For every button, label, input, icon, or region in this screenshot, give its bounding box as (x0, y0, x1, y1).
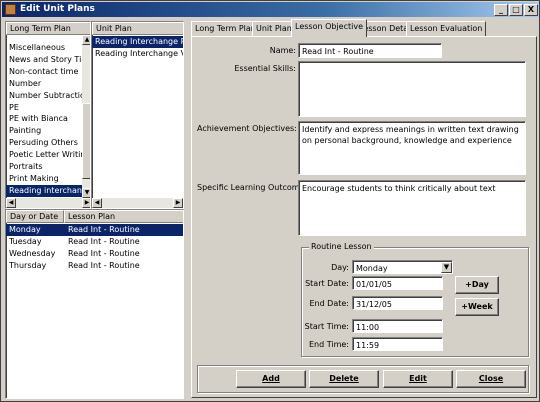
list-item[interactable]: Number Subtraction (6, 90, 90, 102)
end-date-field[interactable]: 31/12/05 (352, 296, 443, 310)
list-item[interactable]: Poetic Letter Writing (6, 149, 90, 161)
start-date-field[interactable]: 01/01/05 (352, 276, 443, 290)
table-row[interactable]: Tuesday Read Int - Routine (6, 236, 183, 248)
close-button[interactable]: Close (456, 370, 526, 388)
list-item[interactable]: PE (6, 102, 82, 114)
minimize-button[interactable]: _ (494, 4, 508, 16)
day-cell: Tuesday (9, 237, 42, 246)
tab-lesson-evaluation[interactable]: Lesson Evaluation (406, 21, 487, 36)
list-item[interactable]: Painting (6, 125, 82, 137)
scroll-left-icon[interactable]: ◀ (6, 198, 16, 208)
title-bar[interactable]: Edit Unit Plans _ □ X (2, 2, 539, 17)
lesson-plan-cell: Read Int - Routine (68, 261, 140, 270)
list-item[interactable]: Reading interchange (6, 184, 90, 197)
tab-lesson-objective[interactable]: Lesson Objective (291, 19, 368, 37)
schedule-list[interactable]: Day or Date Lesson Plan Monday Read Int -… (5, 209, 184, 399)
scroll-right-icon[interactable]: ▶ (82, 198, 90, 208)
ltp-scroll-thumb[interactable] (82, 103, 90, 179)
unit-plan-list[interactable]: Unit Plan Reading Interchange Ro Reading… (91, 21, 184, 209)
list-item[interactable]: Reading Interchange Va (92, 48, 183, 60)
scroll-down-icon[interactable]: ▼ (82, 188, 90, 198)
ltp-header[interactable]: Long Term Plan (6, 22, 90, 35)
list-item[interactable]: Reading Interchange Ro (92, 36, 183, 48)
list-item[interactable]: News and Story Time (6, 54, 90, 66)
scroll-up-icon[interactable]: ▲ (82, 35, 90, 45)
list-item[interactable]: Non-contact time (6, 66, 82, 78)
start-time-field[interactable]: 11:00 (352, 319, 443, 333)
day-select[interactable]: Monday (352, 260, 453, 274)
lesson-plan-column-header[interactable]: Lesson Plan (64, 210, 183, 223)
day-cell: Monday (9, 225, 41, 234)
list-item[interactable]: Portraits (6, 161, 82, 173)
name-label: Name: (269, 46, 296, 55)
maximize-button[interactable]: □ (509, 4, 523, 16)
plus-week-button[interactable]: +Week (455, 298, 499, 316)
add-button-label: Add (262, 374, 280, 383)
ltp-vertical-scrollbar[interactable]: ▲ ▼ (82, 35, 90, 198)
lesson-plan-cell: Read Int - Routine (68, 249, 140, 258)
start-date-label: Start Date: (305, 279, 349, 288)
window-title: Edit Unit Plans (20, 4, 95, 14)
edit-button[interactable]: Edit (383, 370, 453, 388)
end-time-field[interactable]: 11:59 (352, 337, 443, 351)
day-label: Day: (331, 263, 349, 272)
delete-button[interactable]: Delete (309, 370, 379, 388)
table-row[interactable]: Thursday Read Int - Routine (6, 260, 183, 272)
day-cell: Wednesday (9, 249, 56, 258)
list-item[interactable]: PE with Bianca (6, 113, 82, 125)
delete-button-label: Delete (329, 374, 359, 383)
up-header[interactable]: Unit Plan (92, 22, 183, 35)
plus-day-button[interactable]: +Day (455, 276, 499, 294)
specific-learning-outcomes-label: Specific Learning Outcomes: (197, 183, 312, 192)
table-row[interactable]: Monday Read Int - Routine (6, 224, 183, 236)
list-item[interactable]: Miscellaneous (6, 42, 82, 54)
end-time-label: End Time: (308, 340, 349, 349)
achievement-objectives-field[interactable]: Identify and express meanings in written… (298, 121, 526, 175)
add-button[interactable]: Add (236, 370, 306, 388)
scroll-right-icon[interactable]: ▶ (173, 198, 183, 208)
day-cell: Thursday (9, 261, 47, 270)
ltp-horizontal-scrollbar[interactable]: ◀ ▶ (6, 198, 90, 208)
list-item[interactable]: Print Making (6, 173, 82, 185)
name-field[interactable]: Read Int - Routine (298, 43, 442, 58)
long-term-plan-list[interactable]: Long Term Plan Miscellaneous News and Sto… (5, 21, 91, 209)
start-time-label: Start Time: (304, 322, 349, 331)
day-column-header[interactable]: Day or Date (6, 210, 64, 223)
chevron-down-icon[interactable]: ▼ (441, 262, 452, 273)
specific-learning-outcomes-field[interactable]: Encourage students to think critically a… (298, 180, 526, 236)
lesson-plan-cell: Read Int - Routine (68, 237, 140, 246)
achievement-objectives-label: Achievement Objectives: (197, 124, 297, 133)
lesson-plan-cell: Read Int - Routine (68, 225, 140, 234)
scroll-left-icon[interactable]: ◀ (92, 198, 102, 208)
list-item[interactable]: Number (6, 78, 82, 90)
edit-button-label: Edit (409, 374, 427, 383)
edit-unit-plans-window: Edit Unit Plans _ □ X Long Term Plan Mis… (0, 0, 540, 402)
up-horizontal-scrollbar[interactable]: ◀ ▶ (92, 198, 183, 208)
list-item[interactable]: Persuding Others (6, 137, 82, 149)
end-date-label: End Date: (309, 299, 349, 308)
app-icon (5, 4, 16, 15)
table-row[interactable]: Wednesday Read Int - Routine (6, 248, 183, 260)
close-button-label: Close (478, 374, 504, 383)
close-window-button[interactable]: X (524, 4, 538, 16)
routine-lesson-title: Routine Lesson (309, 242, 374, 251)
essential-skills-label: Essential Skills: (234, 64, 296, 73)
essential-skills-field[interactable] (298, 61, 526, 117)
